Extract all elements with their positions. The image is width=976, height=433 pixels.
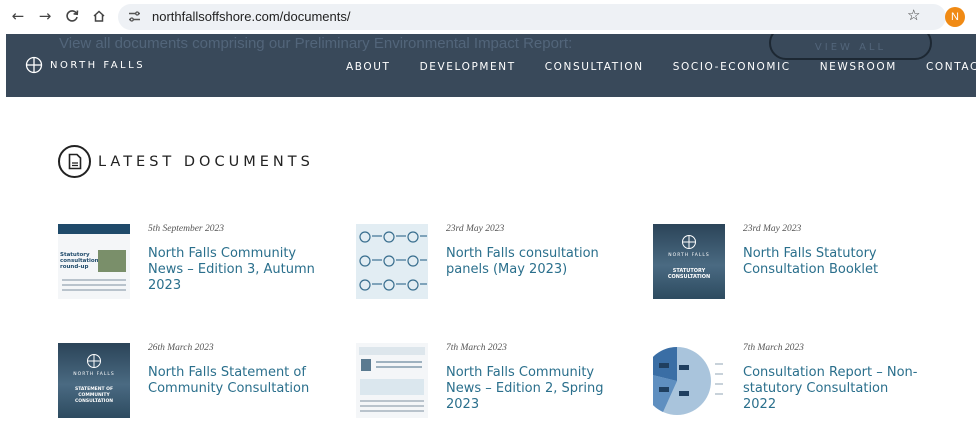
nav-development[interactable]: DEVELOPMENT <box>420 61 516 73</box>
site-logo[interactable]: NORTH FALLS <box>25 56 145 74</box>
document-icon <box>58 145 91 178</box>
thumbnail-logo-text: NORTH FALLS <box>668 253 710 258</box>
nav-consultation[interactable]: CONSULTATION <box>545 61 644 73</box>
forward-arrow-icon[interactable]: → <box>35 6 55 26</box>
document-card[interactable]: 7th March 2023 North Falls Community New… <box>356 343 636 433</box>
document-date: 26th March 2023 <box>148 343 214 353</box>
logo-text: NORTH FALLS <box>50 59 146 71</box>
document-thumbnail[interactable]: Statutory consultation round-up <box>58 224 130 299</box>
thumbnail-text: Statutory consultation round-up <box>60 252 99 270</box>
document-title-link[interactable]: North Falls Statutory Consultation Bookl… <box>743 246 923 278</box>
thumbnail-logo-text: NORTH FALLS <box>73 372 115 377</box>
browser-toolbar: ← → northfallsoffshore.com/documents/ ☆ … <box>0 0 976 34</box>
document-title-link[interactable]: North Falls Community News – Edition 2, … <box>446 365 626 413</box>
site-info-icon[interactable] <box>128 10 141 26</box>
back-arrow-icon[interactable]: ← <box>8 6 28 26</box>
bookmark-star-icon[interactable]: ☆ <box>907 6 920 24</box>
reload-icon[interactable] <box>62 6 82 26</box>
main-nav: ABOUT DEVELOPMENT CONSULTATION SOCIO-ECO… <box>346 61 976 73</box>
document-date: 7th March 2023 <box>743 343 804 353</box>
nav-socio-economic[interactable]: SOCIO-ECONOMIC <box>673 61 791 73</box>
profile-avatar[interactable]: N <box>945 7 965 27</box>
document-card[interactable]: 7th March 2023 Consultation Report – Non… <box>653 343 933 433</box>
document-title-link[interactable]: Consultation Report – Non-statutory Cons… <box>743 365 923 413</box>
document-date: 23rd May 2023 <box>743 224 802 234</box>
document-thumbnail[interactable]: NORTH FALLS STATUTORY CONSULTATION <box>653 224 725 299</box>
document-date: 7th March 2023 <box>446 343 507 353</box>
thumbnail-text: STATUTORY CONSULTATION <box>667 268 711 280</box>
document-card[interactable]: NORTH FALLS STATEMENT OF COMMUNITY CONSU… <box>58 343 338 433</box>
section-heading: LATEST DOCUMENTS <box>58 145 314 178</box>
document-thumbnail[interactable] <box>653 343 725 418</box>
thumbnail-text: STATEMENT OF COMMUNITY CONSULTATION <box>74 387 114 404</box>
document-thumbnail[interactable]: NORTH FALLS STATEMENT OF COMMUNITY CONSU… <box>58 343 130 418</box>
site-header: View all documents comprising our Prelim… <box>6 34 976 97</box>
document-title-link[interactable]: North Falls consultation panels (May 202… <box>446 246 626 278</box>
promo-banner-text: View all documents comprising our Prelim… <box>59 35 573 52</box>
nav-newsroom[interactable]: NEWSROOM <box>820 61 897 73</box>
document-card[interactable]: 23rd May 2023 North Falls consultation p… <box>356 224 636 314</box>
address-bar[interactable]: northfallsoffshore.com/documents/ <box>118 4 946 30</box>
nav-about[interactable]: ABOUT <box>346 61 391 73</box>
page-title: LATEST DOCUMENTS <box>98 153 314 170</box>
document-card[interactable]: NORTH FALLS STATUTORY CONSULTATION 23rd … <box>653 224 933 314</box>
document-thumbnail[interactable] <box>356 343 428 418</box>
document-thumbnail[interactable] <box>356 224 428 299</box>
document-title-link[interactable]: North Falls Community News – Edition 3, … <box>148 246 328 294</box>
home-icon[interactable] <box>89 6 109 26</box>
document-date: 5th September 2023 <box>148 224 224 234</box>
compass-logo-icon <box>25 56 43 74</box>
document-title-link[interactable]: North Falls Statement of Community Consu… <box>148 365 328 397</box>
view-all-button[interactable]: VIEW ALL <box>769 34 932 60</box>
document-date: 23rd May 2023 <box>446 224 505 234</box>
nav-contact[interactable]: CONTACT <box>926 61 976 73</box>
url-text[interactable]: northfallsoffshore.com/documents/ <box>152 9 350 24</box>
document-card[interactable]: Statutory consultation round-up 5th Sept… <box>58 224 338 314</box>
